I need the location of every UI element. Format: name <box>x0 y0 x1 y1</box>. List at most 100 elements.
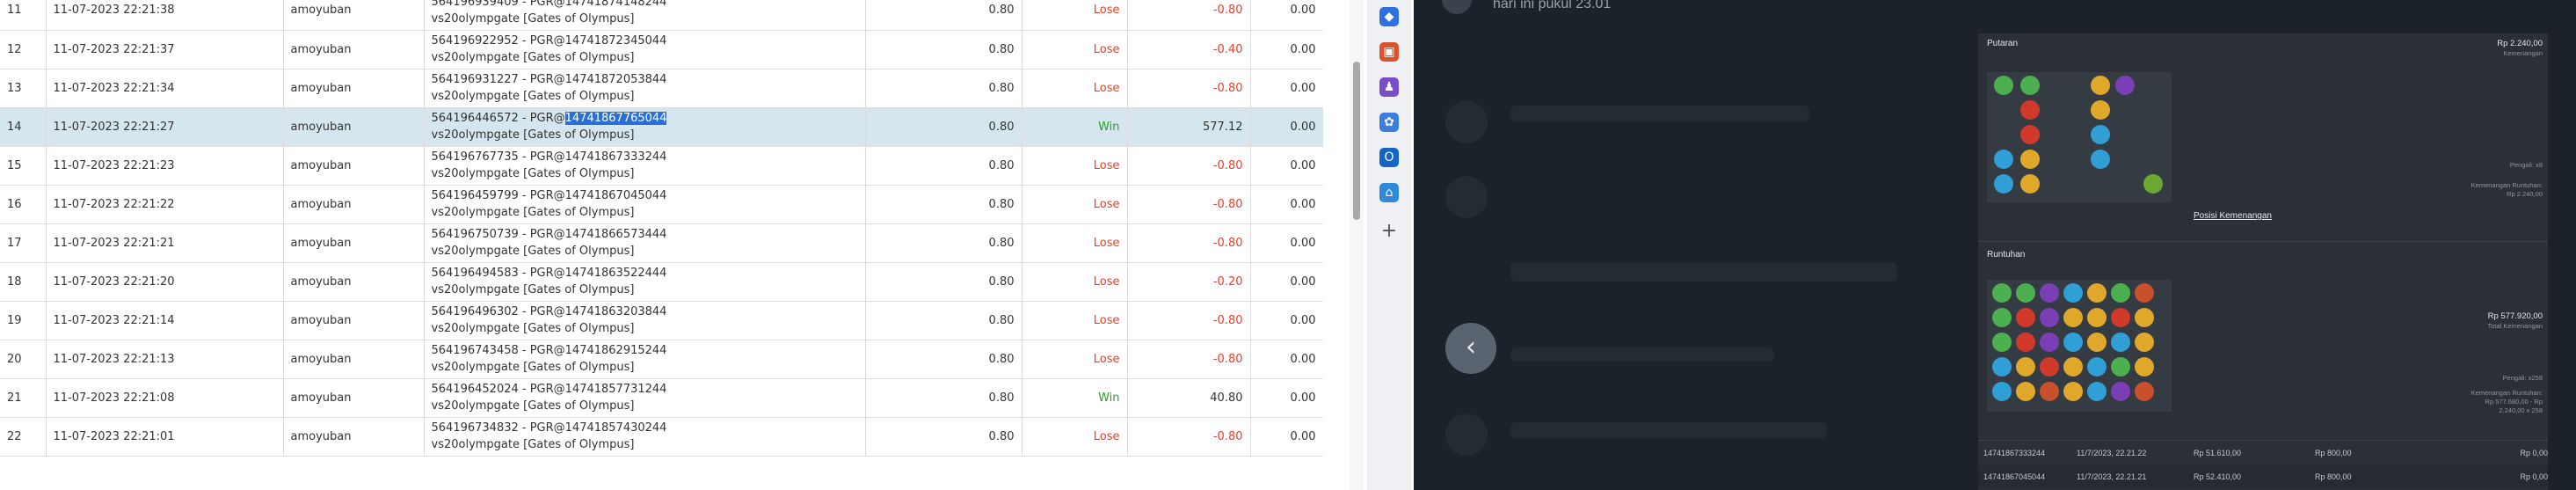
username-cell: amoyuban <box>283 417 425 457</box>
green-gem-icon <box>1992 308 2012 327</box>
balance-cell: 0.00 <box>1250 417 1323 457</box>
history-date: 11/7/2023, 22.21.21 <box>2077 472 2147 481</box>
green-gem-icon <box>1992 333 2012 352</box>
row-number-cell: 19 <box>0 301 47 340</box>
balance-cell: 0.00 <box>1250 301 1323 340</box>
table-row[interactable]: 18 11-07-2023 22:21:20 amoyuban 56419649458… <box>0 262 1323 302</box>
bet-amount-cell: 0.80 <box>865 69 1022 108</box>
bet-detail-cell: 564196931227 - PGR@14741872053844 vs20oly… <box>424 69 866 108</box>
spin-grid <box>1987 72 2172 202</box>
crown-icon <box>2040 382 2059 401</box>
bet-amount-cell: 0.80 <box>865 30 1022 69</box>
gold-gem-icon <box>2087 333 2107 352</box>
gold-gem-icon <box>2063 382 2083 401</box>
history-row[interactable]: 14741867045044 11/7/2023, 22.21.21 Rp 52… <box>1978 465 2548 488</box>
table-row[interactable]: 17 11-07-2023 22:21:21 amoyuban 56419675073… <box>0 223 1323 263</box>
selected-text-highlight[interactable]: 14741867765044 <box>564 112 667 125</box>
section-divider <box>1978 241 2548 242</box>
username-cell: amoyuban <box>283 69 425 108</box>
win-amount-cell: -0.80 <box>1127 185 1251 224</box>
blue-gem-icon <box>2087 382 2107 401</box>
win-amount-cell: -0.80 <box>1127 146 1251 186</box>
result-cell: Lose <box>1022 69 1128 108</box>
blue-gem-icon <box>1994 174 2013 194</box>
kemenangan-runtuhan-amount: Rp 2.240,00 <box>2507 190 2543 198</box>
result-cell: Lose <box>1022 417 1128 457</box>
balance-cell: 0.00 <box>1250 107 1323 147</box>
game-name-text: vs20olympgate [Gates of Olympus] <box>431 167 635 180</box>
bet-amount-cell: 0.80 <box>865 262 1022 302</box>
tag-icon[interactable]: ◆ <box>1379 7 1399 26</box>
table-scrollbar-thumb[interactable] <box>1353 62 1360 220</box>
ghost-text-block <box>1510 262 1897 282</box>
row-number-cell: 20 <box>0 340 47 379</box>
blue-gem-icon <box>2063 283 2083 303</box>
gold-gem-icon <box>2063 357 2083 377</box>
crown-icon <box>2135 283 2154 303</box>
outlook-icon[interactable]: O <box>1379 148 1399 167</box>
bet-amount-cell: 0.80 <box>865 223 1022 263</box>
previous-image-button[interactable]: ‹ <box>1445 323 1496 374</box>
ghost-avatar <box>1445 101 1488 143</box>
table-row[interactable]: 22 11-07-2023 22:21:01 amoyuban 56419673483… <box>0 417 1323 457</box>
runtuhan-amount: Rp 577.920,00 <box>2487 311 2543 321</box>
game-name-text: vs20olympgate [Gates of Olympus] <box>431 438 635 451</box>
bet-id-text: 564196931227 - PGR@14741872053844 <box>431 73 667 86</box>
green-gem-icon <box>2020 76 2040 95</box>
table-row[interactable]: 15 11-07-2023 22:21:23 amoyuban 56419676773… <box>0 146 1323 186</box>
datetime-cell: 11-07-2023 22:21:37 <box>46 30 284 69</box>
people-icon[interactable]: ♟ <box>1379 77 1399 97</box>
table-row[interactable]: 19 11-07-2023 22:21:14 amoyuban 56419649630… <box>0 301 1323 340</box>
bet-amount-cell: 0.80 <box>865 185 1022 224</box>
win-amount-cell: -0.20 <box>1127 262 1251 302</box>
datetime-cell: 11-07-2023 22:21:34 <box>46 69 284 108</box>
toolbox-icon[interactable]: ▣ <box>1379 42 1399 62</box>
result-cell: Lose <box>1022 340 1128 379</box>
add-icon[interactable]: + <box>1379 222 1399 241</box>
game-name-text: vs20olympgate [Gates of Olympus] <box>431 245 635 258</box>
history-bet: Rp 52.410,00 <box>2194 472 2242 481</box>
bet-id-text: 564196459799 - PGR@14741867045044 <box>431 189 667 202</box>
win-amount-cell: -0.80 <box>1127 0 1251 31</box>
table-row[interactable]: 12 11-07-2023 22:21:37 amoyuban 56419692295… <box>0 30 1323 69</box>
datetime-cell: 11-07-2023 22:21:21 <box>46 223 284 263</box>
balance-cell: 0.00 <box>1250 223 1323 263</box>
table-row[interactable]: 11 11-07-2023 22:21:38 amoyuban 56419693940… <box>0 0 1323 31</box>
shopping-icon[interactable]: ⌂ <box>1379 183 1399 202</box>
history-round-id: 14741867333244 <box>1983 449 2046 457</box>
game-name-text: vs20olympgate [Gates of Olympus] <box>431 51 635 64</box>
bet-amount-cell: 0.80 <box>865 340 1022 379</box>
balance-cell: 0.00 <box>1250 30 1323 69</box>
putaran-label: Putaran <box>1987 39 2019 48</box>
green-gem-icon <box>2016 283 2035 303</box>
blue-gem-icon <box>1994 150 2013 169</box>
table-row[interactable]: 16 11-07-2023 22:21:22 amoyuban 56419645979… <box>0 185 1323 224</box>
table-row[interactable]: 21 11-07-2023 22:21:08 amoyuban 56419645202… <box>0 378 1323 418</box>
copilot-icon[interactable]: ✿ <box>1379 113 1399 132</box>
table-row[interactable]: 14 11-07-2023 22:21:27 amoyuban 56419644657… <box>0 107 1323 147</box>
red-gem-icon <box>2016 308 2035 327</box>
datetime-cell: 11-07-2023 22:21:20 <box>46 262 284 302</box>
gold-gem-icon <box>2020 150 2040 169</box>
game-name-text: vs20olympgate [Gates of Olympus] <box>431 90 635 103</box>
bet-id-text: 564196494583 - PGR@14741863522444 <box>431 267 667 280</box>
gold-gem-icon <box>2135 333 2154 352</box>
history-row[interactable]: 14741867333244 11/7/2023, 22.21.22 Rp 51… <box>1978 442 2548 464</box>
ghost-text-block <box>1510 422 1827 438</box>
blue-gem-icon <box>1992 382 2012 401</box>
gold-gem-icon <box>2063 308 2083 327</box>
posisi-kemenangan-link[interactable]: Posisi Kemenangan <box>2194 211 2272 221</box>
bet-amount-cell: 0.80 <box>865 417 1022 457</box>
result-cell: Lose <box>1022 262 1128 302</box>
row-number-cell: 22 <box>0 417 47 457</box>
table-row[interactable]: 20 11-07-2023 22:21:13 amoyuban 56419674345… <box>0 340 1323 379</box>
bet-id-text: 564196452024 - PGR@14741857731244 <box>431 383 667 396</box>
blue-gem-icon <box>1992 357 2012 377</box>
table-row[interactable]: 13 11-07-2023 22:21:34 amoyuban 56419693122… <box>0 69 1323 108</box>
bet-detail-cell: 564196734832 - PGR@14741857430244 vs20oly… <box>424 417 866 457</box>
row-number-cell: 14 <box>0 107 47 147</box>
username-cell: amoyuban <box>283 30 425 69</box>
blue-gem-icon <box>2087 357 2107 377</box>
bet-id-text: 564196750739 - PGR@14741866573444 <box>431 228 667 241</box>
gold-gem-icon <box>2091 76 2110 95</box>
